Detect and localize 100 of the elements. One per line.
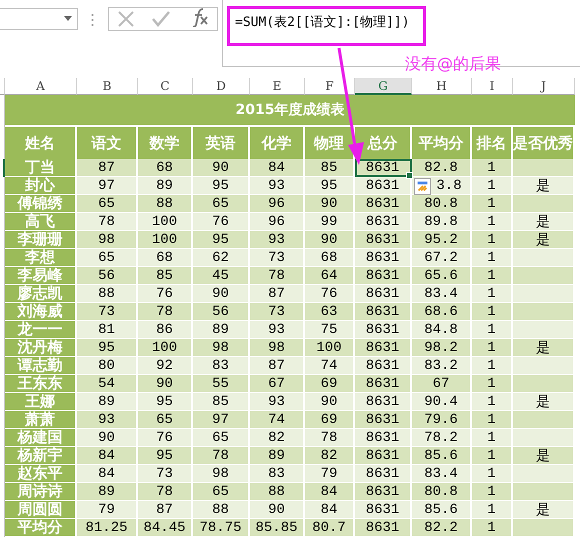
column-header[interactable]: F [305,78,355,95]
table-cell: 8631 [355,411,412,429]
table-header: 姓名 [5,127,77,159]
table-cell: 是 [513,213,575,231]
table-cell: 8631 [355,447,412,465]
table-cell: 100 [138,213,193,231]
table-cell: 67 [412,375,472,393]
table-cell: 8631 [355,213,412,231]
name-cell: 高飞 [5,213,77,231]
table-cell: 82.8 [412,159,472,177]
table-cell: 8631 [355,465,412,483]
table-cell: 8631 [355,519,412,537]
name-cell: 王东东 [5,375,77,393]
table-cell: 8631 [355,375,412,393]
name-cell: 李想 [5,249,77,267]
table-cell: 1 [472,231,513,249]
table-cell: 87 [138,501,193,519]
name-cell: 李珊珊 [5,231,77,249]
table-cell: 78 [305,429,355,447]
table-cell: 86 [138,321,193,339]
name-cell: 李易峰 [5,267,77,285]
table-cell: 80.8 [412,483,472,501]
table-cell: 98 [193,339,250,357]
formula-text: =SUM(表2[[语文]:[物理]]) [227,6,426,46]
table-cell: 84.45 [138,519,193,537]
table-cell: 62 [193,249,250,267]
table-cell: 83.4 [412,285,472,303]
table-cell: 1 [472,429,513,447]
table-cell: 98.2 [412,339,472,357]
table-cell: 73 [138,465,193,483]
column-header[interactable]: J [513,78,575,95]
table-cell: 82 [250,429,305,447]
table-cell: 84.8 [412,321,472,339]
table-cell: 78 [138,483,193,501]
table-cell: 54 [77,375,138,393]
name-cell: 赵东平 [5,465,77,483]
table-cell: 是 [513,231,575,249]
table-cell: 76 [138,429,193,447]
table-header: 物理 [305,127,355,159]
column-header[interactable]: I [472,78,513,95]
table-cell: 83 [193,357,250,375]
table-cell: 79 [77,501,138,519]
table-cell: 95 [77,339,138,357]
table-cell: 55 [193,375,250,393]
table-cell: 8631 [355,303,412,321]
table-cell: 76 [138,285,193,303]
dropdown-icon[interactable] [64,16,72,21]
table-cell: 83.2 [412,357,472,375]
table-cell: 88 [193,501,250,519]
column-header[interactable]: E [250,78,305,95]
table-cell: 85.85 [250,519,305,537]
table-cell: 8631 [355,429,412,447]
name-cell: 杨新宇 [5,447,77,465]
column-header[interactable]: G [355,78,412,95]
table-cell: 8631 [355,267,412,285]
table-cell: 95.2 [412,231,472,249]
table-cell: 8631 [355,501,412,519]
table-cell: 83.4 [412,465,472,483]
column-header[interactable]: D [193,78,250,95]
column-header[interactable]: C [138,78,193,95]
table-cell: 90 [193,285,250,303]
table-cell: 1 [472,177,513,195]
name-cell: 刘海威 [5,303,77,321]
table-cell: 78.75 [193,519,250,537]
table-cell: 93 [250,393,305,411]
paste-options-icon[interactable] [414,178,431,195]
table-cell: 1 [472,303,513,321]
table-cell: 95 [193,231,250,249]
name-cell: 平均分 [5,519,77,537]
table-cell: 3.8 [412,177,472,195]
table-cell: 85.6 [412,447,472,465]
table-cell: 84 [305,483,355,501]
table-cell: 87 [250,357,305,375]
name-cell: 谭志勤 [5,357,77,375]
table-cell: 80.7 [305,519,355,537]
table-cell: 67 [250,375,305,393]
table-cell: 90 [77,429,138,447]
fill-handle[interactable] [406,172,413,179]
function-icon[interactable] [190,7,210,27]
table-cell: 1 [472,249,513,267]
table-cell: 68.6 [412,303,472,321]
table-cell: 8631 [355,321,412,339]
table-header: 语文 [77,127,138,159]
table-cell: 73 [77,303,138,321]
column-header[interactable]: H [412,78,472,95]
column-header[interactable]: B [77,78,138,95]
column-header[interactable]: A [5,78,77,95]
table-cell: 85 [193,393,250,411]
table-cell: 95 [138,393,193,411]
table-header: 是否优秀 [513,127,575,159]
table-cell: 89 [138,177,193,195]
table-cell: 1 [472,393,513,411]
name-cell: 封心 [5,177,77,195]
table-cell: 80.8 [412,195,472,213]
table-header: 总分 [355,127,412,159]
check-icon[interactable] [152,11,170,27]
table-cell: 89.8 [412,213,472,231]
table-cell: 84 [77,465,138,483]
table-cell: 74 [305,357,355,375]
table-cell: 96 [250,213,305,231]
